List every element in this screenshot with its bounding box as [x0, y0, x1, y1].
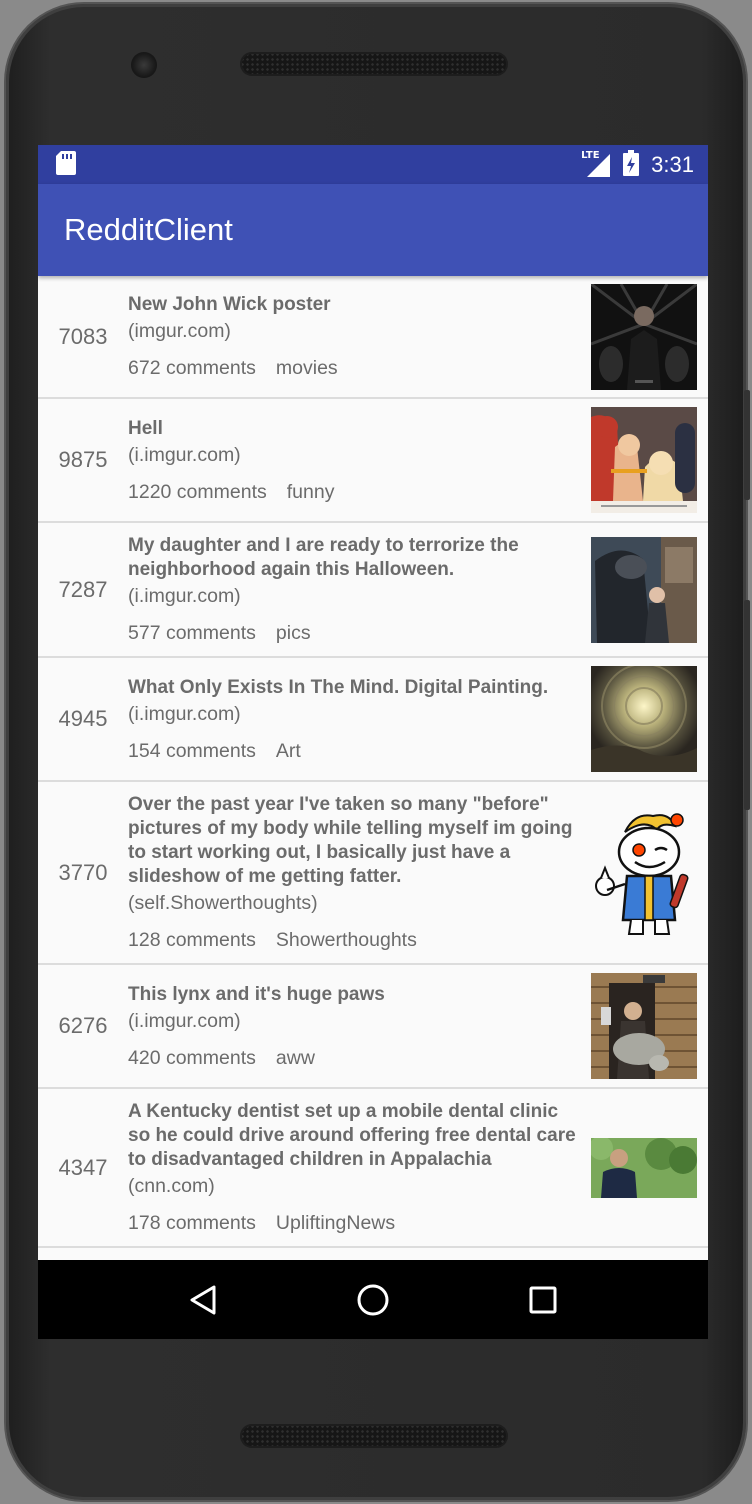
post-item[interactable]: 4347 A Kentucky dentist set up a mobile …	[38, 1089, 708, 1248]
post-title[interactable]: Hell	[128, 417, 581, 441]
bottom-speaker	[240, 1424, 508, 1448]
post-domain: (imgur.com)	[128, 320, 231, 342]
volume-button	[744, 390, 750, 500]
post-title[interactable]: What Only Exists In The Mind. Digital Pa…	[128, 676, 581, 700]
post-score: 3770	[58, 859, 108, 885]
post-comments[interactable]: 128 comments	[128, 929, 256, 952]
post-thumbnail[interactable]	[591, 283, 697, 390]
post-score: 7083	[58, 323, 108, 349]
post-comments[interactable]: 672 comments	[128, 357, 256, 380]
post-item[interactable]: 7083 New John Wick poster (imgur.com) 67…	[38, 276, 708, 399]
back-icon[interactable]	[173, 1270, 233, 1330]
post-item[interactable]: 6276 This lynx and it's huge paws (i.img…	[38, 965, 708, 1089]
post-item[interactable]: 7287 My daughter and I are ready to terr…	[38, 523, 708, 658]
post-item[interactable]: 3770 Over the past year I've taken so ma…	[38, 782, 708, 965]
screen: LTE 3:31 RedditClient 7083 New John Wick…	[38, 145, 708, 1339]
post-score: 9875	[58, 447, 108, 472]
post-subreddit[interactable]: pics	[276, 622, 311, 645]
post-domain: (cnn.com)	[128, 1175, 215, 1197]
post-score: 4347	[58, 1154, 108, 1180]
post-thumbnail[interactable]	[591, 1137, 697, 1198]
post-meta: 128 comments Showerthoughts	[128, 929, 581, 952]
status-time: 3:31	[651, 151, 694, 177]
post-item[interactable]: 4945 What Only Exists In The Mind. Digit…	[38, 658, 708, 782]
post-domain: (i.imgur.com)	[128, 1009, 241, 1032]
post-subreddit[interactable]: aww	[276, 1047, 315, 1070]
home-icon[interactable]	[343, 1270, 403, 1330]
lte-signal-icon: LTE	[581, 149, 611, 178]
front-camera	[131, 52, 157, 78]
recents-icon[interactable]	[513, 1270, 573, 1330]
post-subreddit[interactable]: Showerthoughts	[276, 929, 417, 952]
post-domain: (i.imgur.com)	[128, 585, 241, 607]
post-meta: 178 comments UpliftingNews	[128, 1212, 581, 1235]
post-subreddit[interactable]: Art	[276, 740, 301, 763]
post-subreddit[interactable]: funny	[287, 481, 335, 504]
post-comments[interactable]: 420 comments	[128, 1047, 256, 1070]
post-body: My daughter and I are ready to terrorize…	[128, 534, 591, 645]
post-body: Over the past year I've taken so many "b…	[128, 793, 591, 952]
system-nav-bar	[38, 1260, 708, 1339]
post-title[interactable]: A Kentucky dentist set up a mobile denta…	[128, 1100, 581, 1172]
post-score: 6276	[58, 1013, 108, 1038]
post-subreddit[interactable]: UpliftingNews	[276, 1212, 395, 1235]
post-item[interactable]: 9875 Hell (i.imgur.com) 1220 comments fu…	[38, 399, 708, 523]
post-comments[interactable]: 577 comments	[128, 622, 256, 645]
post-comments[interactable]: 154 comments	[128, 740, 256, 763]
post-comments[interactable]: 178 comments	[128, 1212, 256, 1235]
post-domain: (i.imgur.com)	[128, 702, 241, 725]
app-title: RedditClient	[64, 212, 233, 247]
post-body: Hell (i.imgur.com) 1220 comments funny	[128, 417, 591, 504]
post-thumbnail[interactable]	[591, 407, 697, 513]
post-title[interactable]: This lynx and it's huge paws	[128, 983, 581, 1007]
status-icons: LTE 3:31	[581, 149, 694, 180]
sd-card-icon	[56, 150, 76, 179]
post-comments[interactable]: 1220 comments	[128, 481, 267, 504]
app-bar: RedditClient	[38, 184, 708, 276]
post-body: New John Wick poster (imgur.com) 672 com…	[128, 293, 591, 380]
post-thumbnail[interactable]	[591, 807, 697, 938]
top-speaker	[240, 52, 508, 76]
post-list[interactable]: 7083 New John Wick poster (imgur.com) 67…	[38, 276, 708, 1248]
post-title[interactable]: My daughter and I are ready to terrorize…	[128, 534, 581, 582]
post-meta: 420 comments aww	[128, 1047, 581, 1070]
network-label: LTE	[581, 149, 600, 161]
post-thumbnail[interactable]	[591, 536, 697, 643]
post-meta: 672 comments movies	[128, 357, 581, 380]
post-title[interactable]: New John Wick poster	[128, 293, 581, 317]
post-body: This lynx and it's huge paws (i.imgur.co…	[128, 983, 591, 1070]
post-title[interactable]: Over the past year I've taken so many "b…	[128, 793, 581, 889]
post-body: What Only Exists In The Mind. Digital Pa…	[128, 676, 591, 763]
post-score: 4945	[58, 706, 108, 731]
post-domain: (self.Showerthoughts)	[128, 892, 318, 914]
post-meta: 577 comments pics	[128, 622, 581, 645]
post-meta: 154 comments Art	[128, 740, 581, 763]
post-body: A Kentucky dentist set up a mobile denta…	[128, 1100, 591, 1235]
post-subreddit[interactable]: movies	[276, 357, 338, 380]
post-meta: 1220 comments funny	[128, 481, 581, 504]
post-score: 7287	[58, 576, 108, 602]
post-thumbnail[interactable]	[591, 973, 697, 1079]
post-thumbnail[interactable]	[591, 666, 697, 772]
post-domain: (i.imgur.com)	[128, 443, 241, 466]
power-button	[744, 600, 750, 810]
status-bar: LTE 3:31	[38, 145, 708, 184]
battery-icon	[623, 149, 640, 180]
